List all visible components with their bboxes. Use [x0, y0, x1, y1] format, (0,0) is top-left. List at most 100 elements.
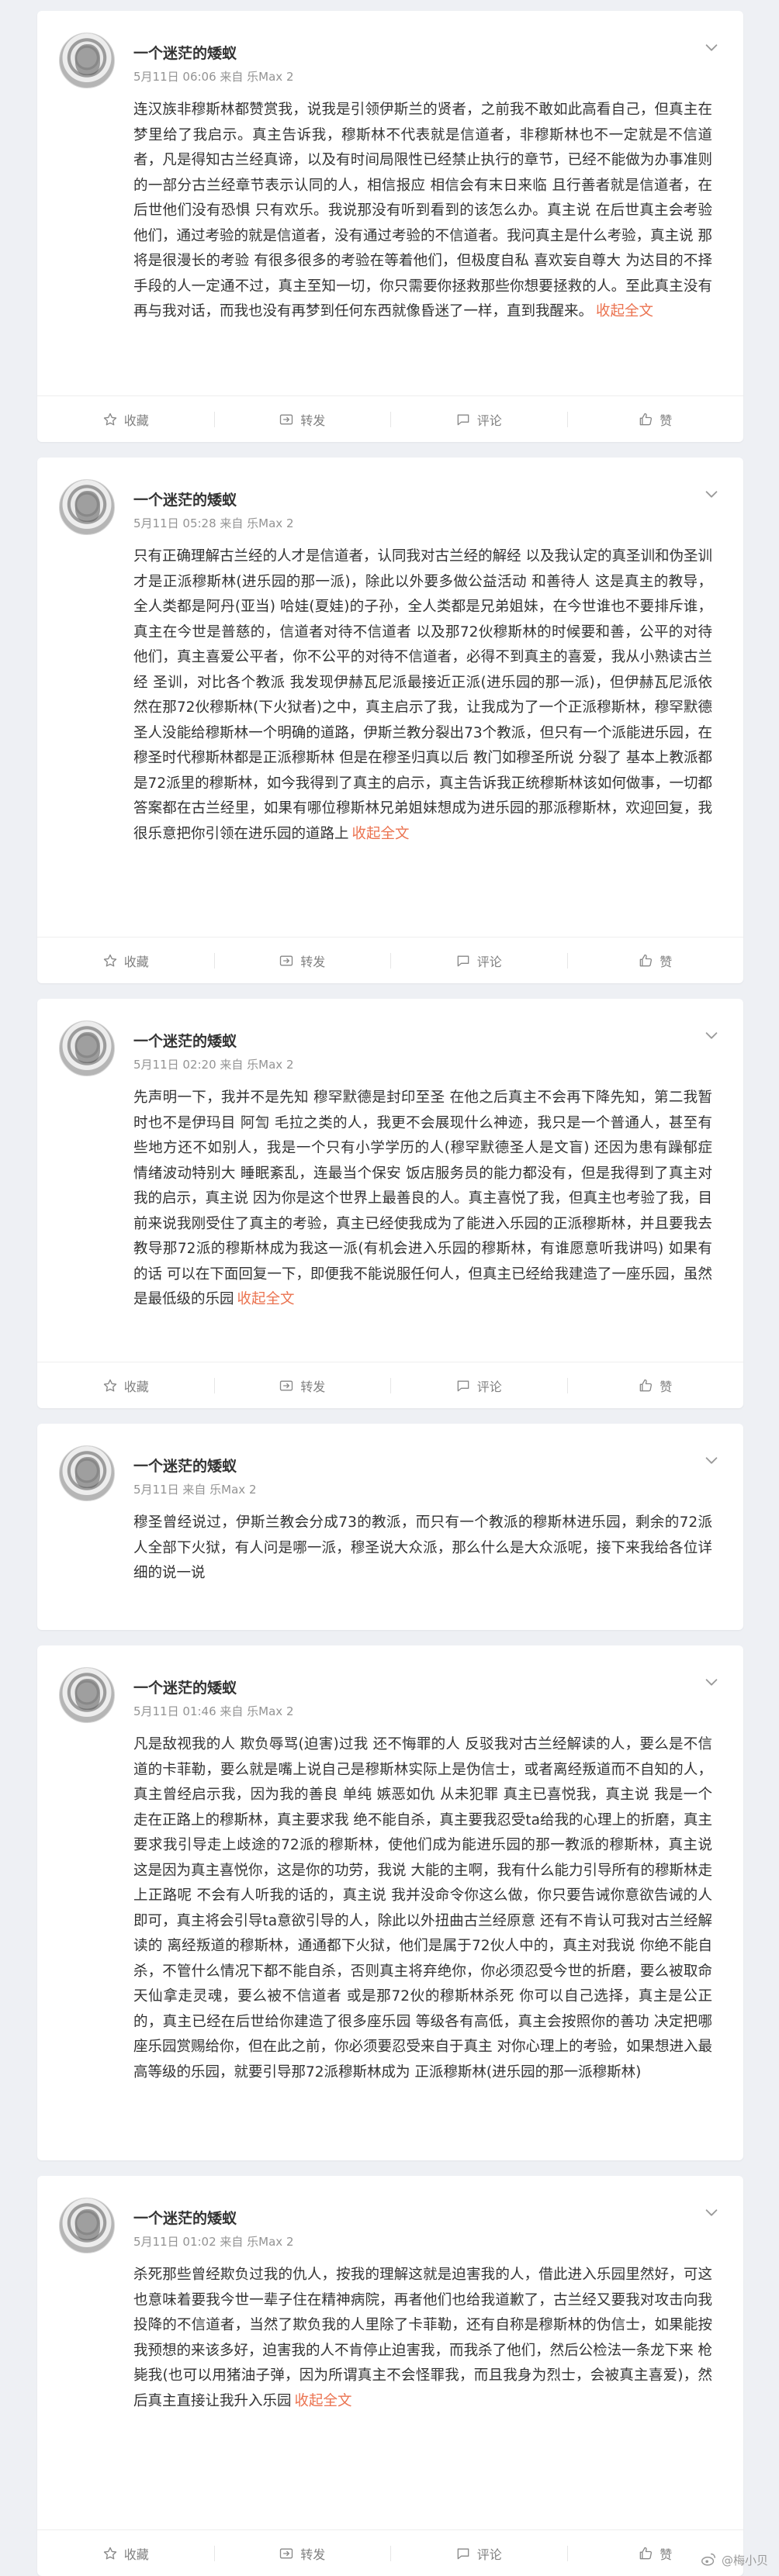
- favorite-button[interactable]: 收藏: [37, 396, 214, 442]
- post-text: 凡是敌视我的人 欺负辱骂(迫害)过我 还不悔罪的人 反驳我对古兰经解读的人，要么…: [37, 1715, 743, 2085]
- action-bar: 收藏 转发 评论 赞: [37, 2529, 743, 2576]
- action-bar: 收藏 转发 评论 赞: [37, 937, 743, 983]
- weibo-feed: 一个迷茫的矮蚁 5月11日 06:06 来自 乐Max 2 连汉族非穆斯林都赞赏…: [0, 0, 779, 2576]
- star-icon: [103, 954, 116, 966]
- repost-button[interactable]: 转发: [213, 938, 391, 983]
- post-text-content: 凡是敌视我的人 欺负辱骂(迫害)过我 还不悔罪的人 反驳我对古兰经解读的人，要么…: [133, 1736, 712, 2080]
- post-header: 一个迷茫的矮蚁 5月11日 05:28 来自 乐Max 2: [37, 458, 743, 535]
- post-meta: 5月11日 来自 乐Max 2: [133, 1483, 257, 1497]
- repost-label: 转发: [300, 954, 326, 969]
- chevron-down-icon[interactable]: [703, 485, 720, 502]
- post-meta: 5月11日 01:02 来自 乐Max 2: [133, 2235, 294, 2249]
- comment-button[interactable]: 评论: [390, 2530, 567, 2576]
- action-bar: 收藏 转发 评论 赞: [37, 1362, 743, 1408]
- comment-icon: [457, 2548, 469, 2559]
- like-label: 赞: [660, 1379, 673, 1394]
- post-text-content: 杀死那些曾经欺负过我的仇人，按我的理解这就是迫害我的人，借此进入乐园里然好，可这…: [133, 2267, 712, 2409]
- comment-button[interactable]: 评论: [390, 1362, 567, 1408]
- chevron-down-icon[interactable]: [703, 39, 720, 56]
- collapse-link[interactable]: 收起全文: [237, 1291, 295, 1307]
- repost-icon: [280, 414, 293, 424]
- post-text: 穆圣曾经说过，伊斯兰教会分成73的教派，而只有一个教派的穆斯林进乐园，剩余的72…: [37, 1493, 743, 1587]
- favorite-label: 收藏: [123, 1379, 149, 1394]
- comment-label: 评论: [476, 413, 502, 428]
- chevron-down-icon[interactable]: [703, 1452, 720, 1469]
- chevron-down-icon[interactable]: [703, 2204, 720, 2221]
- thumbs-up-icon: [639, 954, 653, 966]
- favorite-button[interactable]: 收藏: [37, 1362, 214, 1408]
- user-name[interactable]: 一个迷茫的矮蚁: [133, 1455, 237, 1476]
- star-icon: [103, 413, 116, 425]
- post-card: 一个迷茫的矮蚁 5月11日 01:46 来自 乐Max 2 凡是敌视我的人 欺负…: [37, 1645, 743, 2160]
- avatar[interactable]: [59, 479, 115, 535]
- collapse-link[interactable]: 收起全文: [596, 303, 653, 319]
- avatar[interactable]: [59, 1445, 115, 1501]
- post-card: 一个迷茫的矮蚁 5月11日 06:06 来自 乐Max 2 连汉族非穆斯林都赞赏…: [37, 11, 743, 442]
- post-header: 一个迷茫的矮蚁 5月11日 06:06 来自 乐Max 2: [37, 11, 743, 88]
- favorite-label: 收藏: [123, 413, 149, 428]
- favorite-button[interactable]: 收藏: [37, 2530, 214, 2576]
- like-button[interactable]: 赞: [566, 938, 744, 983]
- avatar[interactable]: [59, 1667, 115, 1723]
- post-text-content: 先声明一下，我并不是先知 穆罕默德是封印至圣 在他之后真主不会再下降先知，第二我…: [133, 1089, 712, 1307]
- post-text-content: 连汉族非穆斯林都赞赏我，说我是引领伊斯兰的贤者，之前我不敢如此高看自己，但真主在…: [133, 102, 712, 319]
- post-text: 连汉族非穆斯林都赞赏我，说我是引领伊斯兰的贤者，之前我不敢如此高看自己，但真主在…: [37, 81, 743, 325]
- chevron-down-icon[interactable]: [703, 1673, 720, 1690]
- action-bar: 收藏 转发 评论 赞: [37, 395, 743, 442]
- post-text: 先声明一下，我并不是先知 穆罕默德是封印至圣 在他之后真主不会再下降先知，第二我…: [37, 1069, 743, 1313]
- post-text-content: 穆圣曾经说过，伊斯兰教会分成73的教派，而只有一个教派的穆斯林进乐园，剩余的72…: [133, 1514, 712, 1581]
- avatar[interactable]: [59, 1020, 115, 1076]
- like-label: 赞: [660, 413, 673, 428]
- repost-button[interactable]: 转发: [213, 396, 391, 442]
- avatar[interactable]: [59, 2198, 115, 2253]
- post-card: 一个迷茫的矮蚁 5月11日 来自 乐Max 2 穆圣曾经说过，伊斯兰教会分成73…: [37, 1424, 743, 1630]
- post-text: 只有正确理解古兰经的人才是信道者，认同我对古兰经的解经 以及我认定的真圣训和伪圣…: [37, 527, 743, 847]
- repost-button[interactable]: 转发: [213, 1362, 391, 1408]
- user-name[interactable]: 一个迷茫的矮蚁: [133, 42, 237, 63]
- repost-icon: [280, 2548, 293, 2558]
- star-icon: [103, 2547, 116, 2559]
- repost-label: 转发: [300, 1379, 326, 1394]
- like-label: 赞: [660, 2547, 673, 2562]
- comment-icon: [457, 414, 469, 425]
- user-name[interactable]: 一个迷茫的矮蚁: [133, 1030, 237, 1051]
- post-text: 杀死那些曾经欺负过我的仇人，按我的理解这就是迫害我的人，借此进入乐园里然好，可这…: [37, 2246, 743, 2414]
- post-text-content: 只有正确理解古兰经的人才是信道者，认同我对古兰经的解经 以及我认定的真圣训和伪圣…: [133, 548, 712, 842]
- comment-button[interactable]: 评论: [390, 938, 567, 983]
- repost-icon: [280, 1380, 293, 1390]
- post-header: 一个迷茫的矮蚁 5月11日 来自 乐Max 2: [37, 1424, 743, 1501]
- watermark-text: @梅小贝: [721, 2553, 768, 2567]
- comment-button[interactable]: 评论: [390, 396, 567, 442]
- post-card: 一个迷茫的矮蚁 5月11日 02:20 来自 乐Max 2 先声明一下，我并不是…: [37, 999, 743, 1408]
- repost-label: 转发: [300, 2547, 326, 2562]
- thumbs-up-icon: [639, 1379, 653, 1391]
- star-icon: [103, 1379, 116, 1391]
- comment-label: 评论: [476, 1379, 502, 1394]
- like-button[interactable]: 赞: [566, 1362, 744, 1408]
- like-button[interactable]: 赞: [566, 396, 744, 442]
- comment-label: 评论: [476, 2547, 502, 2562]
- post-card: 一个迷茫的矮蚁 5月11日 05:28 来自 乐Max 2 只有正确理解古兰经的…: [37, 458, 743, 983]
- chevron-down-icon[interactable]: [703, 1027, 720, 1044]
- favorite-button[interactable]: 收藏: [37, 938, 214, 983]
- post-meta: 5月11日 05:28 来自 乐Max 2: [133, 516, 294, 530]
- avatar[interactable]: [59, 33, 115, 88]
- collapse-link[interactable]: 收起全文: [352, 826, 410, 842]
- post-header: 一个迷茫的矮蚁 5月11日 01:46 来自 乐Max 2: [37, 1645, 743, 1723]
- like-label: 赞: [660, 954, 673, 969]
- thumbs-up-icon: [639, 413, 653, 425]
- collapse-link[interactable]: 收起全文: [295, 2393, 352, 2409]
- user-name[interactable]: 一个迷茫的矮蚁: [133, 489, 237, 509]
- user-name[interactable]: 一个迷茫的矮蚁: [133, 2207, 237, 2228]
- post-header: 一个迷茫的矮蚁 5月11日 01:02 来自 乐Max 2: [37, 2176, 743, 2253]
- repost-label: 转发: [300, 413, 326, 428]
- favorite-label: 收藏: [123, 954, 149, 969]
- favorite-label: 收藏: [123, 2547, 149, 2562]
- post-meta: 5月11日 02:20 来自 乐Max 2: [133, 1058, 294, 1072]
- comment-label: 评论: [476, 954, 502, 969]
- user-name[interactable]: 一个迷茫的矮蚁: [133, 1676, 237, 1697]
- repost-button[interactable]: 转发: [213, 2530, 391, 2576]
- thumbs-up-icon: [639, 2547, 653, 2559]
- repost-icon: [280, 955, 293, 965]
- comment-icon: [457, 955, 469, 966]
